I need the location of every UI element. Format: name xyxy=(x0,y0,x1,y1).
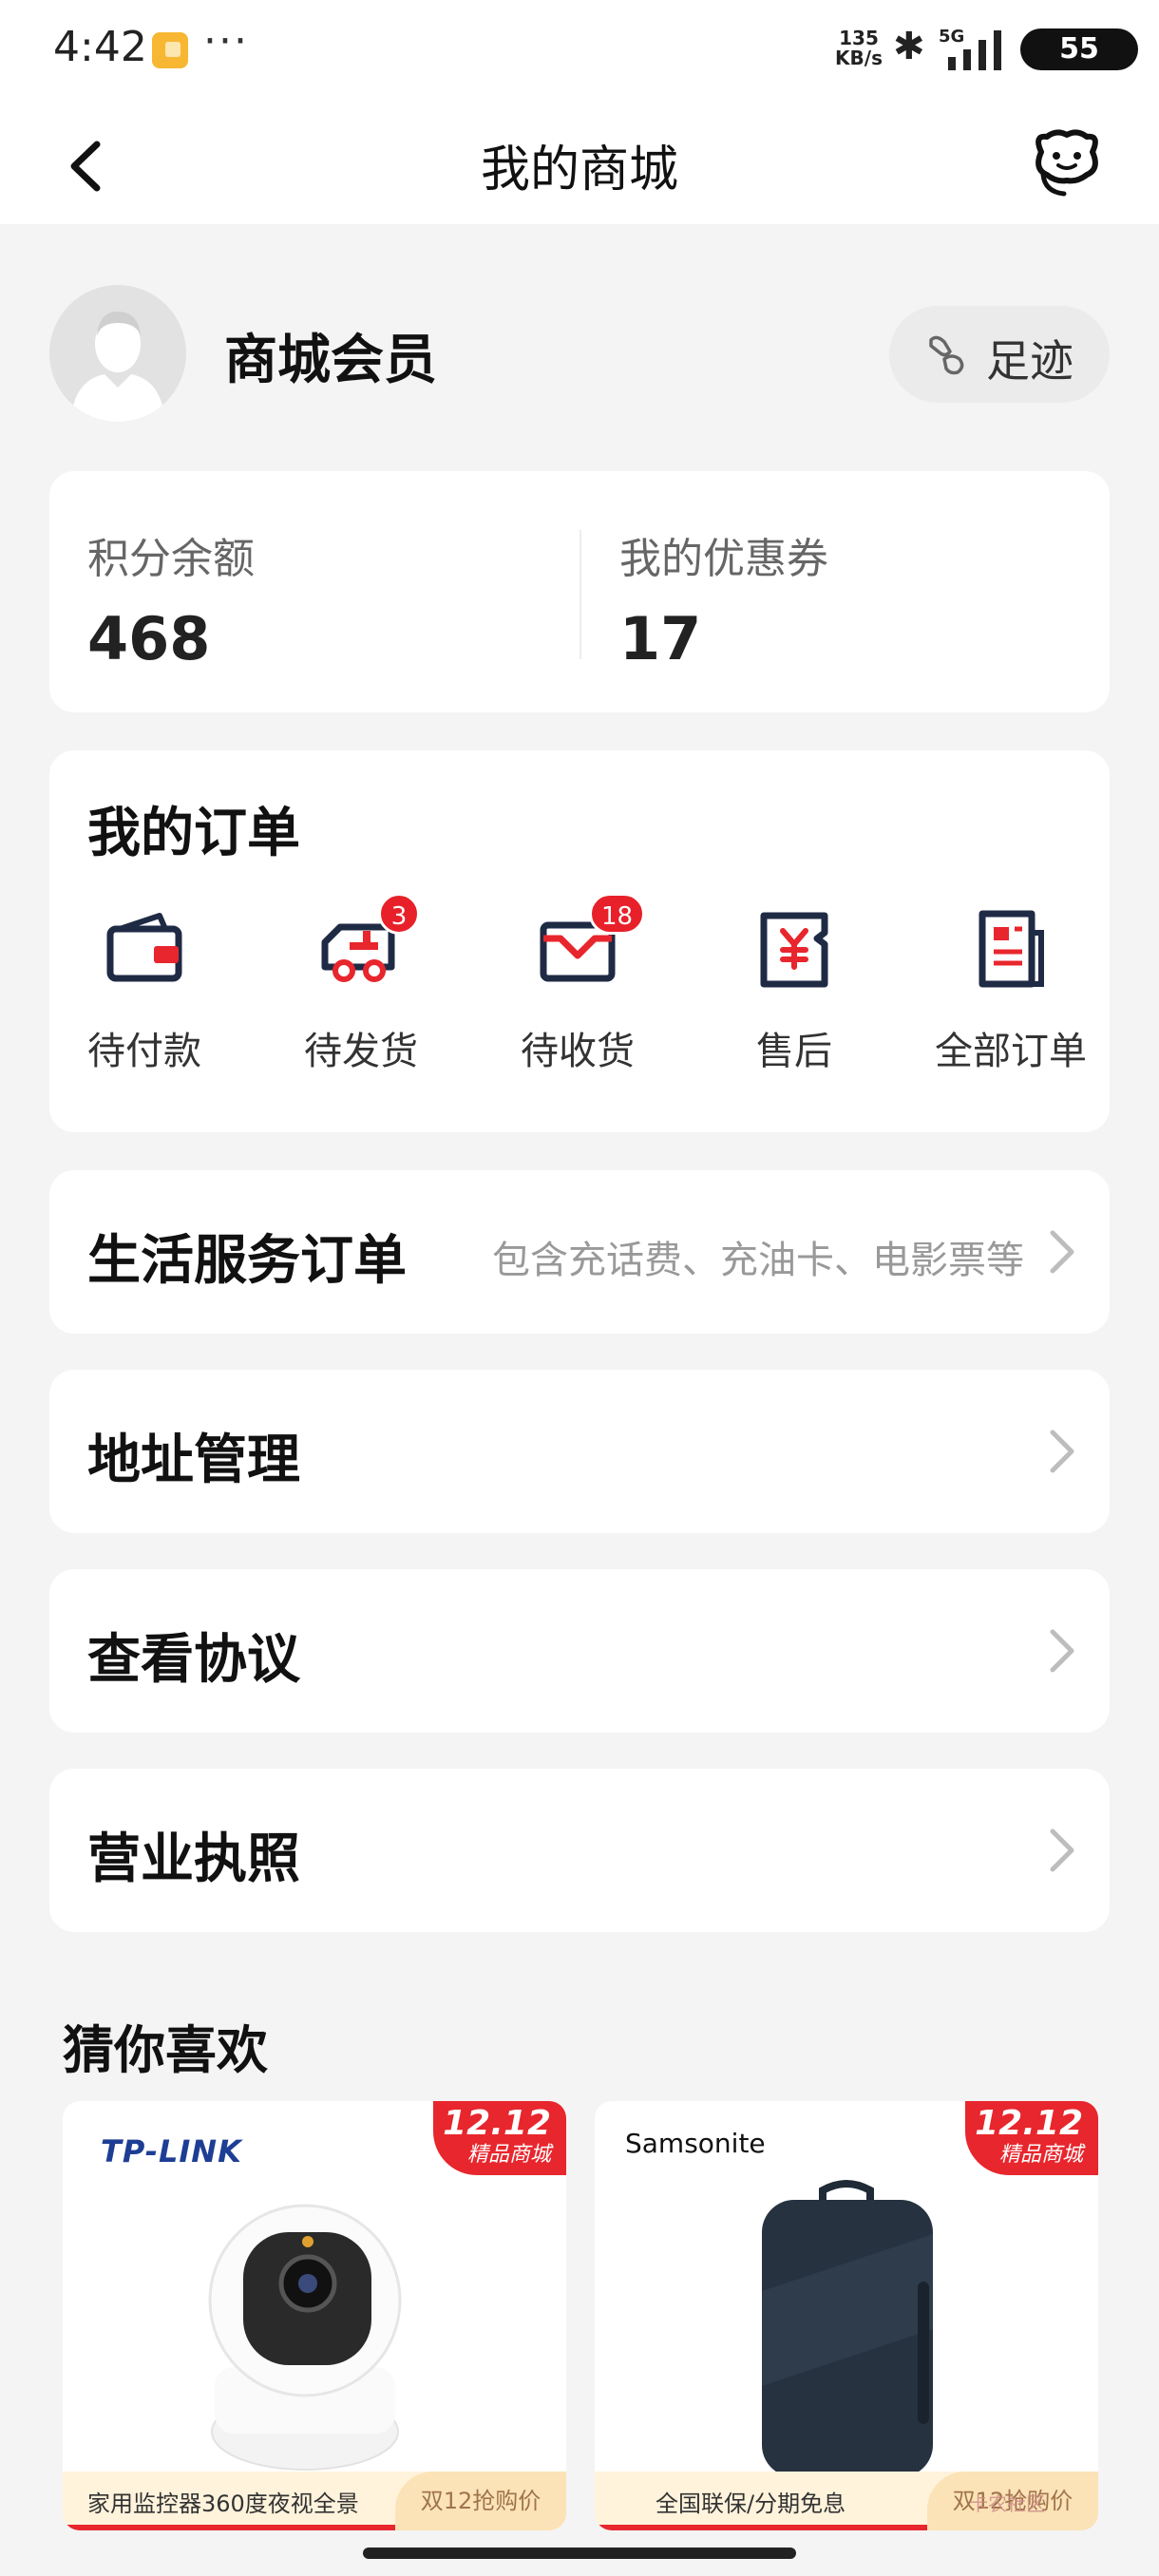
orders-card: 我的订单 待付款 3 待发货 18 待收货 售后 全部订单 xyxy=(49,750,1110,1132)
row-title: 生活服务订单 xyxy=(87,1230,407,1292)
bluetooth-icon: ✱ xyxy=(893,25,925,68)
customer-service-icon[interactable] xyxy=(1024,125,1110,201)
status-bar: 4:42 ··· 135 KB/s ✱ 5G 55 xyxy=(0,0,1159,104)
chevron-right-icon xyxy=(1050,1828,1074,1872)
order-label: 售后 xyxy=(756,1030,832,1073)
view-agreement-row[interactable]: 查看协议 xyxy=(49,1569,1110,1733)
promo-label: 精品商城 xyxy=(998,2143,1083,2167)
product-tagline: 家用监控器360度夜视全景 xyxy=(87,2491,359,2517)
signal-icon xyxy=(948,30,1001,70)
watermark: 卡农社区 xyxy=(969,2492,1045,2515)
product-tagline: 全国联保/分期免息 xyxy=(656,2491,846,2517)
network-speed-unit: KB/s xyxy=(835,47,883,69)
order-all[interactable]: 全部订单 xyxy=(916,893,1106,1083)
order-label: 待付款 xyxy=(87,1030,201,1073)
coupons-value: 17 xyxy=(619,604,702,673)
status-time: 4:42 xyxy=(53,23,147,71)
pending-shipment-badge: 3 xyxy=(378,893,420,935)
orders-title: 我的订单 xyxy=(87,803,300,864)
wallet-icon xyxy=(106,913,182,982)
order-pending-receipt[interactable]: 18 待收货 xyxy=(483,893,673,1083)
promo-date: 12.12 xyxy=(975,2104,1083,2143)
coupons[interactable]: 我的优惠券 17 xyxy=(619,524,828,673)
chevron-right-icon xyxy=(1050,1629,1074,1673)
navigation-bar: 我的商城 xyxy=(0,104,1159,224)
footprint-icon xyxy=(929,335,964,375)
brand-logo: Samsonite xyxy=(625,2128,766,2159)
promo-label: 精品商城 xyxy=(466,2143,551,2167)
network-speed: 135 KB/s xyxy=(832,28,885,68)
page-title: 我的商城 xyxy=(480,142,678,199)
product-card[interactable]: Samsonite 12.12 精品商城 全国联保/分期免息 双12抢购价 xyxy=(595,2101,1098,2530)
order-after-sales[interactable]: 售后 xyxy=(699,893,889,1083)
order-pending-payment[interactable]: 待付款 xyxy=(49,893,239,1083)
order-pending-shipment[interactable]: 3 待发货 xyxy=(266,893,456,1083)
strip-accent xyxy=(595,2525,927,2530)
promo-date: 12.12 xyxy=(443,2104,551,2143)
points-balance[interactable]: 积分余额 468 xyxy=(87,524,255,673)
chevron-right-icon xyxy=(1050,1430,1074,1473)
document-icon xyxy=(978,910,1044,988)
row-title: 地址管理 xyxy=(87,1430,300,1491)
battery-indicator: 55 xyxy=(1020,28,1138,70)
order-label: 全部订单 xyxy=(935,1030,1087,1073)
avatar[interactable] xyxy=(49,285,186,422)
row-title: 查看协议 xyxy=(87,1629,300,1691)
life-service-orders-row[interactable]: 生活服务订单 包含充话费、充油卡、电影票等 xyxy=(49,1170,1110,1334)
default-avatar-icon xyxy=(70,312,165,422)
promo-tag: 12.12 精品商城 xyxy=(433,2101,566,2175)
network-speed-value: 135 xyxy=(839,27,879,49)
points-value: 468 xyxy=(87,604,211,673)
footprint-label: 足迹 xyxy=(986,335,1074,387)
order-label: 待收货 xyxy=(521,1030,635,1073)
footprint-button[interactable]: 足迹 xyxy=(889,306,1110,403)
yuan-receipt-icon xyxy=(760,912,828,988)
pending-receipt-badge: 18 xyxy=(589,893,646,935)
assets-card: 积分余额 468 我的优惠券 17 xyxy=(49,471,1110,712)
business-license-row[interactable]: 营业执照 xyxy=(49,1769,1110,1932)
points-label: 积分余额 xyxy=(87,535,255,583)
coupons-label: 我的优惠券 xyxy=(619,535,828,583)
product-info-strip: 家用监控器360度夜视全景 双12抢购价 xyxy=(63,2472,566,2530)
more-notifications-icon: ··· xyxy=(203,17,249,66)
backpack-product-image xyxy=(762,2180,933,2477)
chevron-right-icon xyxy=(1050,1230,1074,1274)
order-label: 待发货 xyxy=(304,1030,418,1073)
row-hint: 包含充话费、充油卡、电影票等 xyxy=(492,1239,1024,1282)
product-card[interactable]: TP-LINK 12.12 精品商城 家用监控器360度夜视全景 双12抢购价 xyxy=(63,2101,566,2530)
row-title: 营业执照 xyxy=(87,1828,300,1890)
username: 商城会员 xyxy=(224,330,437,391)
address-management-row[interactable]: 地址管理 xyxy=(49,1370,1110,1533)
brand-logo: TP-LINK xyxy=(101,2133,242,2169)
strip-accent xyxy=(63,2525,395,2530)
price-tag: 双12抢购价 xyxy=(395,2472,566,2530)
home-indicator[interactable] xyxy=(363,2548,796,2559)
camera-product-image xyxy=(208,2204,402,2471)
recommend-title: 猜你喜欢 xyxy=(63,2020,268,2080)
divider xyxy=(580,530,581,659)
promo-tag: 12.12 精品商城 xyxy=(965,2101,1098,2175)
notification-app-icon xyxy=(152,32,188,68)
